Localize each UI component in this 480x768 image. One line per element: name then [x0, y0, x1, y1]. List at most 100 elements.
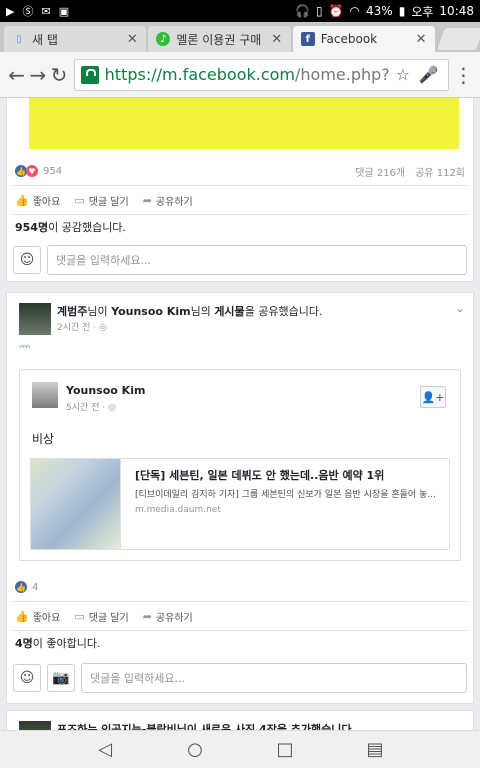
comment-composer: ☺ 댓글을 입력하세요... — [13, 243, 467, 277]
likes-summary[interactable]: 954명이 공감했습니다. — [15, 219, 126, 235]
clipboard-icon: ▣ — [58, 4, 70, 18]
system-nav-bar: ◁ ○ □ ▤ — [0, 730, 480, 768]
comment-icon: ▭ — [74, 193, 85, 207]
document-icon: ▯ — [16, 33, 22, 45]
melon-icon: ♪ — [156, 32, 171, 46]
tab-title: 멜론 이용권 구매 — [176, 32, 262, 47]
actor-name[interactable]: 계범주 — [57, 305, 87, 318]
avatar[interactable] — [19, 303, 51, 335]
post-text: ᵔᵔᵔ — [19, 343, 31, 358]
link-thumbnail[interactable] — [31, 459, 121, 549]
battery-percent: 43% — [366, 4, 393, 18]
shared-meta: 5시간 전 · ◎ — [66, 403, 116, 413]
likes-summary[interactable]: 4명이 좋아합니다. — [15, 635, 101, 651]
link-title[interactable]: [단독] 세븐틴, 일본 데뷔도 안 했는데..음반 예약 1위 — [135, 467, 384, 483]
avatar[interactable] — [19, 721, 51, 730]
ampm: 오후 — [411, 4, 434, 19]
link-description: [티브이데일리 김지하 기자] 그룹 세븐틴의 신보가 일본 음반 시장을 흔들… — [135, 490, 436, 500]
tab-title: 새 탭 — [32, 32, 58, 47]
post-card: 계범주님이 Younsoo Kim님의 게시물을 공유했습니다. 2시간 전 ·… — [6, 292, 474, 704]
recents-square-icon[interactable]: □ — [274, 739, 296, 761]
s-app-icon: Ⓢ — [22, 5, 34, 18]
wifi-icon: ◠ — [349, 4, 361, 18]
share-count[interactable]: 공유 112회 — [415, 164, 465, 179]
reload-icon[interactable]: ↻ — [48, 57, 69, 93]
chevron-down-icon[interactable]: ⌄ — [455, 301, 465, 315]
dual-window-icon[interactable]: ▤ — [364, 739, 386, 761]
battery-icon: ▮ — [398, 4, 406, 18]
camera-icon[interactable]: 📷 — [47, 664, 75, 692]
shared-post[interactable]: Younsoo Kim 5시간 전 · ◎ 👤+ 비상 [단독] 세븐틴, 일본… — [19, 369, 461, 561]
like-reaction-icon: 👍 — [15, 581, 27, 593]
close-icon[interactable]: ✕ — [271, 32, 283, 47]
status-bar: ▶ Ⓢ ✉ ▣ 🎧 ▯ ⏰ ◠ 43% ▮ 오후 10:48 — [0, 0, 480, 22]
globe-icon: ◎ — [99, 323, 107, 333]
home-circle-icon[interactable]: ○ — [184, 739, 206, 761]
comment-input[interactable]: 댓글을 입력하세요... — [81, 663, 467, 693]
comment-button[interactable]: ▭ 댓글 달기 — [74, 609, 128, 624]
sticker-icon[interactable]: ☺ — [13, 246, 41, 274]
share-button[interactable]: ➦ 공유하기 — [143, 609, 193, 624]
back-icon[interactable]: ← — [6, 57, 27, 93]
url-path: /home.php? — [295, 65, 390, 84]
divider — [13, 214, 467, 215]
add-friend-icon: 👤+ — [421, 390, 445, 404]
comment-button[interactable]: ▭ 댓글 달기 — [74, 193, 128, 208]
clock: 10:48 — [439, 4, 474, 18]
back-triangle-icon[interactable]: ◁ — [94, 739, 116, 761]
share-button[interactable]: ➦ 공유하기 — [143, 193, 193, 208]
news-feed: 👍 ♥ 954 댓글 216개 공유 112회 👍 좋아요 ▭ 댓글 달기 ➦ 공유하… — [0, 98, 480, 730]
post-headline: 포즈하는 인공지능-블랑비님이 새로운 사진 4장을 추가했습니다. — [57, 723, 356, 730]
address-bar[interactable]: https://m.facebook.com/home.php? ☆ 🎤 — [73, 58, 449, 91]
link-preview[interactable]: [단독] 세븐틴, 일본 데뷔도 안 했는데..음반 예약 1위 [티브이데일리… — [30, 458, 450, 550]
forward-icon[interactable]: → — [27, 57, 48, 93]
alarm-icon: ⏰ — [328, 4, 344, 18]
reaction-summary[interactable]: 👍 4 — [7, 573, 473, 601]
post-card: 👍 ♥ 954 댓글 216개 공유 112회 👍 좋아요 ▭ 댓글 달기 ➦ 공유하… — [6, 98, 474, 282]
star-icon[interactable]: ☆ — [390, 65, 416, 84]
thumbs-up-icon: 👍 — [15, 609, 29, 623]
shared-post-text: 비상 — [32, 432, 55, 446]
reaction-summary[interactable]: 👍 ♥ 954 댓글 216개 공유 112회 — [7, 157, 473, 185]
love-reaction-icon: ♥ — [26, 165, 38, 177]
post-actions: 👍 좋아요 ▭ 댓글 달기 ➦ 공유하기 — [7, 602, 473, 630]
facebook-icon: f — [300, 32, 315, 46]
add-friend-button[interactable]: 👤+ — [420, 386, 446, 408]
reaction-count: 4 — [32, 581, 39, 593]
post-headline: 계범주님이 Younsoo Kim님의 게시물을 공유했습니다. — [57, 305, 323, 318]
target-name[interactable]: Younsoo Kim — [111, 305, 190, 318]
link-domain: m.media.daum.net — [135, 505, 221, 515]
tab-melon[interactable]: ♪ 멜론 이용권 구매 ✕ — [148, 26, 291, 52]
url-bar: ← → ↻ https://m.facebook.com/home.php? ☆… — [0, 52, 480, 98]
shared-object-link[interactable]: 게시물 — [214, 305, 244, 318]
avatar[interactable] — [32, 382, 58, 408]
comment-count[interactable]: 댓글 216개 — [355, 164, 405, 179]
lock-icon — [80, 65, 99, 84]
url-text[interactable]: https://m.facebook.com/home.php? — [105, 65, 390, 84]
play-icon: ▶ — [6, 4, 15, 18]
sticker-icon[interactable]: ☺ — [13, 664, 41, 692]
vibrate-icon: ▯ — [315, 4, 323, 18]
tab-strip: ▯ 새 탭 ✕ ♪ 멜론 이용권 구매 ✕ f Facebook ✕ — [0, 22, 480, 52]
shared-author-name[interactable]: Younsoo Kim — [66, 384, 145, 397]
globe-icon: ◎ — [108, 403, 116, 413]
tab-new-tab[interactable]: ▯ 새 탭 ✕ — [4, 26, 147, 52]
headphone-icon: 🎧 — [295, 4, 310, 18]
menu-icon[interactable]: ⋮ — [453, 57, 474, 93]
thumbs-up-icon: 👍 — [15, 193, 29, 207]
post-image[interactable] — [29, 98, 459, 149]
post-card: 포즈하는 인공지능-블랑비님이 새로운 사진 4장을 추가했습니다. — [6, 710, 474, 730]
tab-title: Facebook — [320, 32, 378, 46]
tab-facebook[interactable]: f Facebook ✕ — [292, 26, 436, 52]
mic-icon[interactable]: 🎤 — [416, 65, 442, 84]
share-icon: ➦ — [142, 609, 152, 623]
comment-composer: ☺ 📷 댓글을 입력하세요... — [13, 661, 467, 695]
close-icon[interactable]: ✕ — [415, 32, 427, 47]
comment-input[interactable]: 댓글을 입력하세요... — [47, 245, 467, 275]
like-button[interactable]: 👍 좋아요 — [15, 609, 60, 624]
new-tab-button[interactable] — [437, 28, 480, 50]
like-button[interactable]: 👍 좋아요 — [15, 193, 60, 208]
divider — [13, 630, 467, 631]
close-icon[interactable]: ✕ — [126, 32, 138, 47]
message-icon: ✉ — [41, 4, 51, 18]
